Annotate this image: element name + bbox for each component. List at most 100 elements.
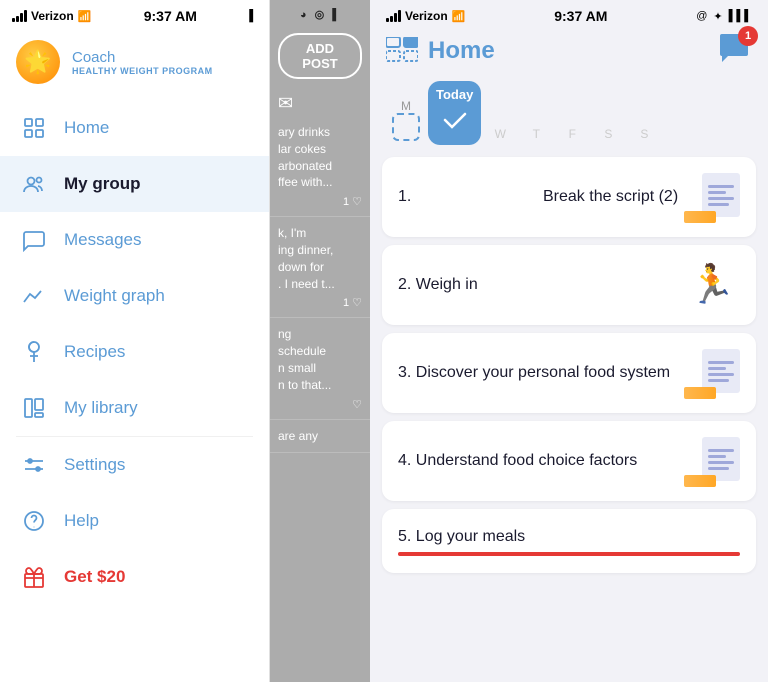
sidebar-item-label-messages: Messages — [64, 230, 141, 250]
main-signal-icon — [386, 10, 401, 22]
day-selector: M Today W T F S — [370, 77, 768, 149]
task-card-1[interactable]: 1. Break the script (2) — [382, 157, 756, 237]
sidebar-item-messages[interactable]: Messages — [0, 212, 269, 268]
main-wifi-icon: 📶 — [452, 10, 466, 23]
sidebar-item-my-library[interactable]: My library — [0, 380, 269, 436]
library-icon — [20, 394, 48, 422]
task-text-1: Break the script (2) — [543, 186, 684, 208]
time-label: 9:37 AM — [144, 8, 197, 24]
like-count[interactable]: 1 ♡ — [343, 195, 362, 208]
middle-feed-panel: ◕ ◎ ▌ ADD POST ✉ ary drinkslar cokesarbo… — [270, 0, 370, 682]
sidebar: Verizon 📶 9:37 AM ▌ 🌟 Coach HEALTHY WEIG… — [0, 0, 270, 682]
feed-item-4: are any — [270, 420, 370, 454]
day-checkbox-m[interactable] — [392, 113, 420, 141]
sidebar-item-weight-graph[interactable]: Weight graph — [0, 268, 269, 324]
sidebar-item-recipes[interactable]: Recipes — [0, 324, 269, 380]
day-label-t: T — [533, 127, 540, 141]
sidebar-item-get20[interactable]: Get $20 — [0, 549, 269, 605]
main-time-label: 9:37 AM — [554, 8, 607, 24]
notification-badge: 1 — [738, 26, 758, 46]
task-card-4[interactable]: 4. Understand food choice factors — [382, 421, 756, 501]
main-battery-icon: ▌▌▌ — [729, 10, 752, 22]
main-at-icon: @ — [696, 10, 707, 22]
day-label-today: Today — [436, 87, 473, 102]
help-icon — [20, 507, 48, 535]
task-title-3: 3. Discover your personal food system — [398, 362, 684, 384]
feed-item-text: ary drinkslar cokesarbonatedffee with... — [278, 124, 362, 191]
sidebar-item-home[interactable]: Home — [0, 100, 269, 156]
task-icon-2: 🏃 — [684, 259, 740, 311]
main-carrier-label: Verizon — [405, 9, 448, 23]
sidebar-item-label-help: Help — [64, 511, 99, 531]
battery-icon: ▌ — [249, 10, 257, 22]
task-icon-3 — [684, 347, 740, 399]
sidebar-item-label-settings: Settings — [64, 455, 125, 475]
day-label-s2: S — [640, 127, 648, 141]
feed-item-3: ngschedulen smalln to that... ♡ — [270, 318, 370, 419]
feed-item-text-3: ngschedulen smalln to that... — [278, 326, 362, 393]
day-today[interactable]: Today — [428, 81, 481, 145]
sidebar-item-label-my-library: My library — [64, 398, 138, 418]
day-label-f: F — [569, 127, 576, 141]
home-icon — [20, 114, 48, 142]
sidebar-item-label-get20: Get $20 — [64, 567, 125, 587]
today-checkmark-icon — [441, 106, 469, 134]
feed-item-text-4: are any — [278, 428, 362, 445]
notification-bubble[interactable]: 1 — [718, 32, 752, 69]
middle-status-bar: ◕ ◎ ▌ — [270, 0, 370, 25]
main-panel: Verizon 📶 9:37 AM @ ✦ ▌▌▌ Home 1 — [370, 0, 768, 682]
add-post-button[interactable]: ADD POST — [278, 33, 362, 79]
feed-item-actions-3: ♡ — [278, 398, 362, 411]
sidebar-item-label-home: Home — [64, 118, 109, 138]
feed-item-actions-2: 1 ♡ — [278, 296, 362, 309]
day-label-w: W — [495, 127, 506, 141]
page-title: Home — [428, 37, 495, 65]
weight-graph-icon — [20, 282, 48, 310]
feed-list: ary drinkslar cokesarbonatedffee with...… — [270, 116, 370, 682]
task-list: 1. Break the script (2) 2. Weigh in 🏃 — [370, 149, 768, 682]
status-bar-left: Verizon 📶 9:37 AM ▌ — [0, 0, 269, 28]
settings-icon — [20, 451, 48, 479]
feed-item-1: ary drinkslar cokesarbonatedffee with...… — [270, 116, 370, 217]
like-count-2[interactable]: 1 ♡ — [343, 296, 362, 309]
gift-icon — [20, 563, 48, 591]
wifi-icon: 📶 — [78, 10, 92, 23]
task-progress-bar — [398, 552, 740, 556]
sidebar-item-label-weight-graph: Weight graph — [64, 286, 165, 306]
coach-section[interactable]: 🌟 Coach HEALTHY WEIGHT PROGRAM — [0, 28, 269, 100]
coach-sublabel: HEALTHY WEIGHT PROGRAM — [72, 66, 213, 76]
weigh-person-emoji: 🏃 — [688, 263, 735, 307]
main-bt-icon: ✦ — [713, 10, 722, 23]
messages-icon — [20, 226, 48, 254]
feed-item-2: k, I'ming dinner,down for. I need t... 1… — [270, 217, 370, 318]
signal-icon — [12, 10, 27, 22]
group-icon — [20, 170, 48, 198]
task-title-2: 2. Weigh in — [398, 274, 684, 296]
task-icon-4 — [684, 435, 740, 487]
avatar: 🌟 — [16, 40, 60, 84]
messages-icon-feed: ✉ — [278, 93, 362, 114]
day-label-m: M — [401, 99, 411, 113]
sidebar-item-settings[interactable]: Settings — [0, 437, 269, 493]
feed-item-text-2: k, I'ming dinner,down for. I need t... — [278, 225, 362, 292]
sidebar-item-help[interactable]: Help — [0, 493, 269, 549]
task-card-2[interactable]: 2. Weigh in 🏃 — [382, 245, 756, 325]
task-card-5[interactable]: 5. Log your meals — [382, 509, 756, 573]
task-title-5: 5. Log your meals — [398, 528, 525, 545]
main-header: Home 1 — [370, 28, 768, 77]
task-card-3[interactable]: 3. Discover your personal food system — [382, 333, 756, 413]
task-icon-1 — [684, 171, 740, 223]
sidebar-item-label-my-group: My group — [64, 174, 141, 194]
main-status-bar: Verizon 📶 9:37 AM @ ✦ ▌▌▌ — [370, 0, 768, 28]
sidebar-item-my-group[interactable]: My group — [0, 156, 269, 212]
task-title-1: 1. — [398, 186, 539, 208]
sidebar-item-label-recipes: Recipes — [64, 342, 125, 362]
task-title-4: 4. Understand food choice factors — [398, 450, 684, 472]
recipes-icon — [20, 338, 48, 366]
home-page-icon — [386, 37, 418, 65]
feed-item-actions: 1 ♡ — [278, 195, 362, 208]
like-count-3[interactable]: ♡ — [352, 398, 362, 411]
carrier-label: Verizon — [31, 9, 74, 23]
coach-label: Coach — [72, 49, 213, 66]
day-label-s1: S — [604, 127, 612, 141]
